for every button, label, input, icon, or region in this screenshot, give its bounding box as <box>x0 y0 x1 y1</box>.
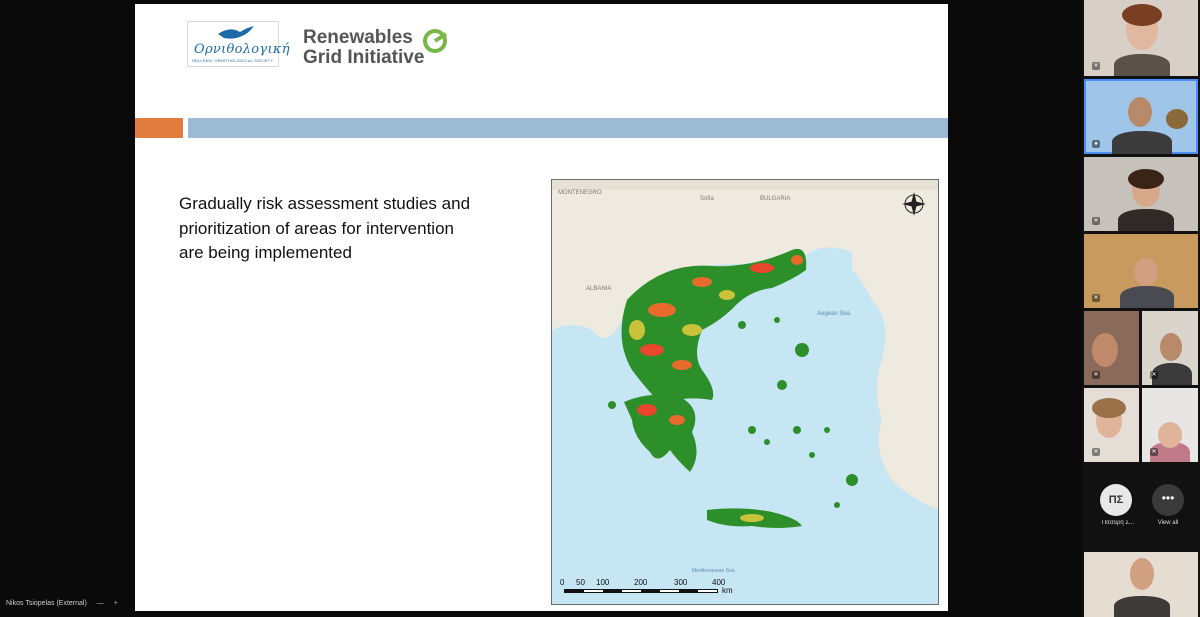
participant-face <box>1134 258 1158 286</box>
accent-bar-blue <box>188 118 948 138</box>
participant-face <box>1158 422 1182 448</box>
presenter-label: Nikos Tsiopelas (External) — + <box>6 600 118 607</box>
participant-hair <box>1092 398 1126 418</box>
mic-muted-icon: ✕ <box>1150 448 1158 456</box>
rgi-line-2: Grid Initiative <box>303 47 425 68</box>
participant-tile[interactable]: ✕ <box>1142 311 1198 385</box>
svg-text:BULGARIA: BULGARIA <box>760 196 790 202</box>
scale-unit: km <box>722 586 733 595</box>
ornithological-society-logo: Ορνιθολογική HELLENIC ORNITHOLOGICAL SOC… <box>187 21 290 67</box>
participant-hair <box>1128 169 1164 189</box>
participant-tile[interactable]: ✕ <box>1142 388 1198 462</box>
accent-bar-orange <box>135 118 183 138</box>
zoom-in-button[interactable]: + <box>114 600 118 607</box>
participant-body <box>1112 131 1172 154</box>
scale-tick: 50 <box>576 578 585 587</box>
scale-tick: 100 <box>596 578 610 587</box>
participant-tile[interactable]: ✕ <box>1084 234 1198 308</box>
svg-text:Sofia: Sofia <box>700 196 714 202</box>
scale-line <box>564 589 718 593</box>
shared-slide: Ορνιθολογική HELLENIC ORNITHOLOGICAL SOC… <box>135 4 948 611</box>
participant-avatar-name: Πιτσαρή Σ... <box>1101 520 1135 526</box>
participant-body <box>1114 596 1170 617</box>
participant-face <box>1160 333 1182 361</box>
svg-text:ALBANIA: ALBANIA <box>586 286 611 292</box>
participant-body <box>1118 209 1174 231</box>
svg-text:Mediterranean Sea: Mediterranean Sea <box>692 568 735 574</box>
participant-face <box>1130 558 1154 590</box>
scale-tick: 0 <box>560 578 565 587</box>
slide-body-text: Gradually risk assessment studies and pr… <box>179 194 471 262</box>
svg-text:Aegean Sea: Aegean Sea <box>817 311 851 317</box>
participant-tile[interactable]: ✕ <box>1084 311 1139 385</box>
bird-prop <box>1166 109 1188 129</box>
participant-body <box>1120 286 1174 308</box>
participant-tile[interactable]: ✕ <box>1084 157 1198 231</box>
participant-strip: ✕ ● ✕ ✕ ✕ ✕ ✕ ✕ ΠΣ Πιτσαρή Σ... ••• View… <box>1082 0 1200 617</box>
presenter-name: Nikos Tsiopelas (External) <box>6 600 87 607</box>
participant-tile[interactable]: ✕ <box>1084 388 1139 462</box>
meeting-window: Ορνιθολογική HELLENIC ORNITHOLOGICAL SOC… <box>0 0 1200 617</box>
participant-avatar[interactable]: ΠΣ <box>1100 484 1132 516</box>
scale-tick: 200 <box>634 578 648 587</box>
map-graphic: MONTENEGRO Sofia BULGARIA ALBANIA Aegean… <box>552 180 938 574</box>
view-all-label: View all <box>1157 520 1179 526</box>
svg-text:MONTENEGRO: MONTENEGRO <box>558 190 602 196</box>
mic-icon: ● <box>1092 140 1100 148</box>
mic-muted-icon: ✕ <box>1092 448 1100 456</box>
zoom-out-button[interactable]: — <box>97 600 104 607</box>
more-icon: ••• <box>1161 491 1175 505</box>
greece-risk-map: MONTENEGRO Sofia BULGARIA ALBANIA Aegean… <box>551 179 939 605</box>
participant-body <box>1152 363 1192 385</box>
participant-face <box>1092 333 1118 367</box>
participant-tile[interactable]: ✕ <box>1084 0 1198 76</box>
participant-hair <box>1122 4 1162 26</box>
rgi-line-1: Renewables <box>303 27 413 48</box>
participant-tile[interactable] <box>1084 552 1198 617</box>
map-scale-bar: 0 50 100 200 300 400 km <box>560 578 733 600</box>
mic-muted-icon: ✕ <box>1092 371 1100 379</box>
rgi-ring-icon <box>423 29 448 53</box>
scale-tick: 300 <box>674 578 688 587</box>
mic-muted-icon: ✕ <box>1092 62 1100 70</box>
rgi-logo-text: Renewables Grid Initiative <box>303 28 424 68</box>
swallow-icon <box>218 26 254 39</box>
mic-muted-icon: ✕ <box>1092 217 1100 225</box>
mic-muted-icon: ✕ <box>1092 294 1100 302</box>
participant-tile-speaking[interactable]: ● <box>1084 79 1198 154</box>
view-all-button[interactable]: ••• <box>1152 484 1184 516</box>
logo-wordmark: Ορνιθολογική <box>194 42 290 57</box>
mic-muted-icon: ✕ <box>1150 371 1158 379</box>
overflow-row: ΠΣ Πιτσαρή Σ... ••• View all <box>1082 480 1200 540</box>
participant-body <box>1114 54 1170 76</box>
participant-face <box>1128 97 1152 127</box>
logo-subtext: HELLENIC ORNITHOLOGICAL SOCIETY <box>192 58 274 63</box>
